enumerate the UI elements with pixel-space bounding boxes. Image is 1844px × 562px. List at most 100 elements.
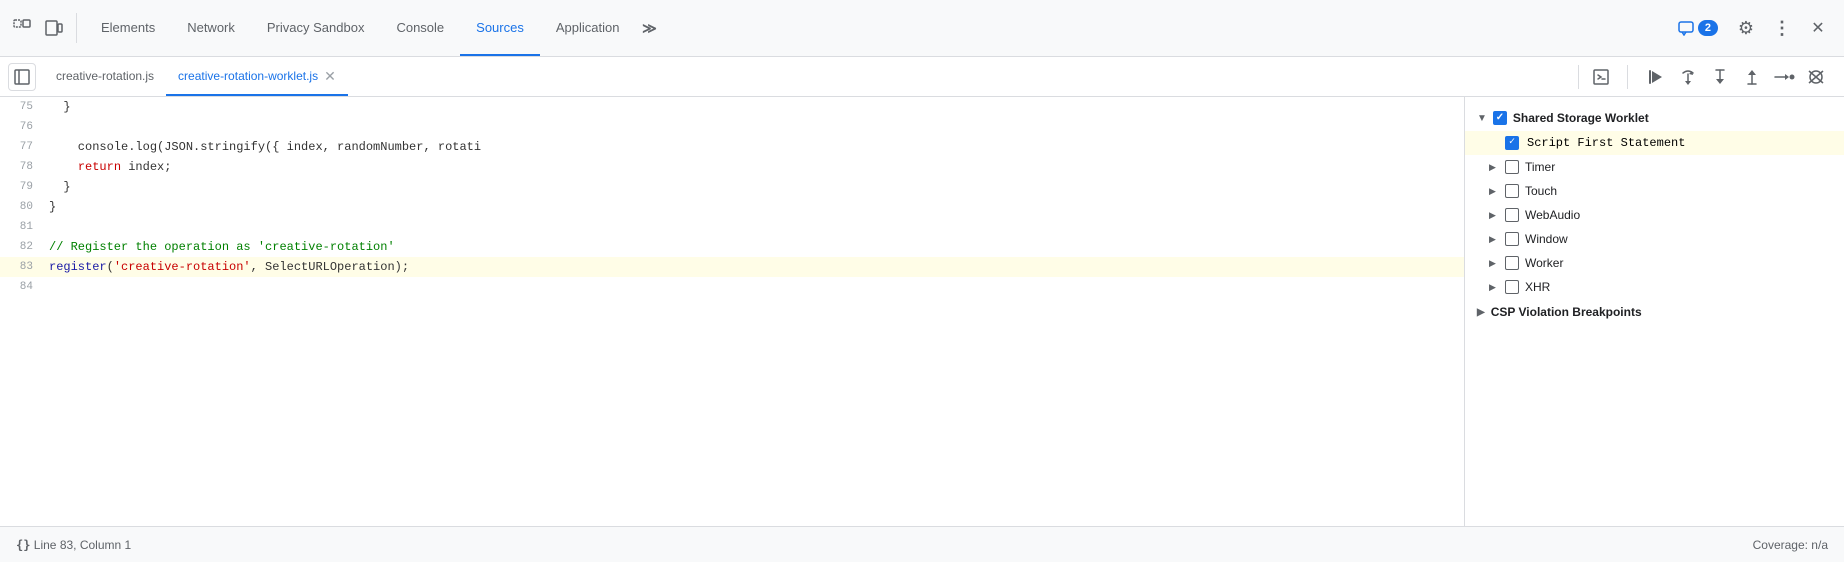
xhr-label: XHR [1525, 280, 1550, 294]
message-count-badge: 2 [1698, 20, 1718, 36]
file-tab-creative-rotation-worklet[interactable]: creative-rotation-worklet.js ✕ [166, 57, 348, 96]
xhr-checkbox[interactable] [1505, 280, 1519, 294]
tab-console[interactable]: Console [380, 0, 460, 56]
resume-button[interactable] [1644, 65, 1668, 89]
worker-label: Worker [1525, 256, 1563, 270]
line-content: return index; [45, 157, 1464, 177]
file-toolbar: creative-rotation.js creative-rotation-w… [0, 57, 1844, 97]
window-label: Window [1525, 232, 1568, 246]
tab-network[interactable]: Network [171, 0, 251, 56]
settings-icon[interactable]: ⚙ [1732, 14, 1760, 42]
curly-braces-icon: {} [16, 538, 30, 552]
line-number: 78 [0, 157, 45, 177]
tab-elements[interactable]: Elements [85, 0, 171, 56]
step-into-button[interactable] [1708, 65, 1732, 89]
csp-violation-header[interactable]: ▶ CSP Violation Breakpoints [1465, 299, 1844, 325]
script-first-statement-label: Script First Statement [1527, 136, 1685, 150]
code-line-84: 84 [0, 277, 1464, 297]
line-content: } [45, 97, 1464, 117]
close-tab-icon[interactable]: ✕ [324, 69, 336, 83]
shared-storage-worklet-checkbox[interactable] [1493, 111, 1507, 125]
line-number: 83 [0, 257, 45, 277]
line-number: 82 [0, 237, 45, 257]
toolbar-right: 2 ⚙ ⋮ ✕ [1672, 14, 1836, 42]
line-number: 77 [0, 137, 45, 157]
breakpoint-section: ▼ Shared Storage Worklet Script First St… [1465, 105, 1844, 325]
window-checkbox[interactable] [1505, 232, 1519, 246]
line-number: 80 [0, 197, 45, 217]
code-line-81: 81 [0, 217, 1464, 237]
devtools-toolbar: Elements Network Privacy Sandbox Console… [0, 0, 1844, 57]
toolbar-separator-2 [1578, 65, 1579, 89]
debug-controls [1636, 65, 1836, 89]
format-code-icon[interactable] [1587, 63, 1615, 91]
csp-violation-label: CSP Violation Breakpoints [1491, 305, 1642, 319]
touch-checkbox[interactable] [1505, 184, 1519, 198]
script-first-statement-checkbox[interactable] [1505, 136, 1519, 150]
code-editor[interactable]: 75 } 76 77 console.log(JSON.stringify({ … [0, 97, 1464, 526]
close-devtools-icon[interactable]: ✕ [1804, 14, 1832, 42]
message-badge-icon[interactable]: 2 [1672, 14, 1724, 42]
script-first-statement-item[interactable]: Script First Statement [1465, 131, 1844, 155]
line-content: // Register the operation as 'creative-r… [45, 237, 1464, 257]
line-content: } [45, 197, 1464, 217]
code-lines: 75 } 76 77 console.log(JSON.stringify({ … [0, 97, 1464, 297]
toolbar-separator-3 [1627, 65, 1628, 89]
timer-expand-arrow-icon: ▶ [1489, 162, 1499, 173]
main-content: 75 } 76 77 console.log(JSON.stringify({ … [0, 97, 1844, 526]
webaudio-expand-arrow-icon: ▶ [1489, 210, 1499, 221]
code-line-75: 75 } [0, 97, 1464, 117]
code-line-77: 77 console.log(JSON.stringify({ index, r… [0, 137, 1464, 157]
webaudio-label: WebAudio [1525, 208, 1580, 222]
sidebar-toggle-icon[interactable] [8, 63, 36, 91]
step-out-button[interactable] [1740, 65, 1764, 89]
more-options-icon[interactable]: ⋮ [1768, 14, 1796, 42]
inspect-icon[interactable] [8, 14, 36, 42]
xhr-expand-arrow-icon: ▶ [1489, 282, 1499, 293]
line-content: register('creative-rotation', SelectURLO… [45, 257, 1464, 277]
touch-label: Touch [1525, 184, 1557, 198]
webaudio-checkbox[interactable] [1505, 208, 1519, 222]
coverage-status: Coverage: n/a [1753, 538, 1828, 552]
line-content: console.log(JSON.stringify({ index, rand… [45, 137, 1464, 157]
line-number: 81 [0, 217, 45, 237]
timer-checkbox[interactable] [1505, 160, 1519, 174]
webaudio-group-item[interactable]: ▶ WebAudio [1465, 203, 1844, 227]
file-tab-creative-rotation[interactable]: creative-rotation.js [44, 57, 166, 96]
right-panel: ▼ Shared Storage Worklet Script First St… [1464, 97, 1844, 526]
device-toggle-icon[interactable] [40, 14, 68, 42]
step-over-button[interactable] [1676, 65, 1700, 89]
deactivate-breakpoints-button[interactable] [1804, 65, 1828, 89]
worker-checkbox[interactable] [1505, 256, 1519, 270]
main-tab-nav: Elements Network Privacy Sandbox Console… [85, 0, 635, 56]
step-button[interactable] [1772, 65, 1796, 89]
csp-expand-arrow-icon: ▶ [1477, 307, 1485, 318]
code-line-78: 78 return index; [0, 157, 1464, 177]
shared-storage-worklet-label: Shared Storage Worklet [1513, 111, 1649, 125]
line-number: 76 [0, 117, 45, 137]
tab-sources[interactable]: Sources [460, 0, 540, 56]
line-col-status: Line 83, Column 1 [34, 538, 131, 552]
window-group-item[interactable]: ▶ Window [1465, 227, 1844, 251]
file-toolbar-right [1570, 63, 1836, 91]
timer-group-item[interactable]: ▶ Timer [1465, 155, 1844, 179]
window-expand-arrow-icon: ▶ [1489, 234, 1499, 245]
xhr-group-item[interactable]: ▶ XHR [1465, 275, 1844, 299]
tab-privacy-sandbox[interactable]: Privacy Sandbox [251, 0, 381, 56]
timer-label: Timer [1525, 160, 1555, 174]
touch-expand-arrow-icon: ▶ [1489, 186, 1499, 197]
shared-storage-worklet-header[interactable]: ▼ Shared Storage Worklet [1465, 105, 1844, 131]
touch-group-item[interactable]: ▶ Touch [1465, 179, 1844, 203]
line-number: 75 [0, 97, 45, 117]
tab-application[interactable]: Application [540, 0, 636, 56]
line-number: 79 [0, 177, 45, 197]
worker-group-item[interactable]: ▶ Worker [1465, 251, 1844, 275]
code-line-83: 83 register('creative-rotation', SelectU… [0, 257, 1464, 277]
more-tabs-icon[interactable]: ≫ [635, 14, 663, 42]
line-content: } [45, 177, 1464, 197]
worker-expand-arrow-icon: ▶ [1489, 258, 1499, 269]
code-line-80: 80 } [0, 197, 1464, 217]
code-line-79: 79 } [0, 177, 1464, 197]
status-bar: {} Line 83, Column 1 Coverage: n/a [0, 526, 1844, 562]
code-line-82: 82 // Register the operation as 'creativ… [0, 237, 1464, 257]
